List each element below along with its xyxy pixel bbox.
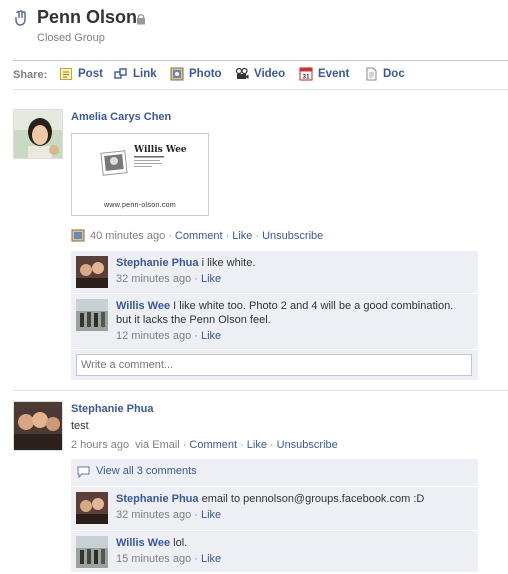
post-source: via Email xyxy=(135,439,180,451)
share-post-label: Post xyxy=(78,68,103,80)
comment-author[interactable]: Willis Wee xyxy=(116,300,170,312)
comment-link[interactable]: Comment xyxy=(175,230,223,242)
svg-text:31: 31 xyxy=(302,74,310,81)
avatar[interactable] xyxy=(76,492,108,524)
photo-icon xyxy=(170,67,184,81)
view-all-comments[interactable]: View all 3 comments xyxy=(71,459,478,486)
avatar[interactable] xyxy=(13,109,63,159)
card-url: www.penn-olson.com xyxy=(104,202,176,209)
post-meta: 40 minutes ago · Comment · Like · Unsubs… xyxy=(71,229,323,242)
post-icon xyxy=(60,68,72,80)
photo-source-icon xyxy=(71,229,85,242)
write-comment-input[interactable]: Write a comment... xyxy=(76,354,472,376)
comment-text: i like white. xyxy=(201,257,256,269)
comment-body: Stephanie Phua email to pennolson@groups… xyxy=(116,493,425,521)
comment-bubble-icon xyxy=(77,466,90,478)
post-author[interactable]: Amelia Carys Chen xyxy=(71,111,171,123)
comment-body: Willis Wee lol. 15 minutes ago · Like xyxy=(116,537,222,565)
comment-like-link[interactable]: Like xyxy=(201,553,221,565)
doc-icon xyxy=(366,67,377,81)
comment-body: Stephanie Phua i like white. 32 minutes … xyxy=(116,257,256,285)
avatar[interactable] xyxy=(76,256,108,288)
comment-author[interactable]: Stephanie Phua xyxy=(116,257,199,269)
share-bar: Share: Post Link Photo Video 31 Event Do… xyxy=(13,60,508,90)
share-photo-label: Photo xyxy=(189,68,222,80)
comment-time[interactable]: 12 minutes ago xyxy=(116,330,191,342)
share-video-button[interactable]: Video xyxy=(235,67,285,81)
comment-text: email to pennolson@groups.facebook.com :… xyxy=(201,493,425,505)
comment-author[interactable]: Stephanie Phua xyxy=(116,493,199,505)
page-title: Penn Olson xyxy=(37,7,138,27)
comment-item: Willis Wee I like white too. Photo 2 and… xyxy=(71,293,478,349)
avatar[interactable] xyxy=(76,299,108,331)
comment-composer: Write a comment... xyxy=(71,349,478,380)
share-doc-button[interactable]: Doc xyxy=(364,67,405,81)
share-photo-button[interactable]: Photo xyxy=(170,67,222,81)
group-icon xyxy=(15,10,26,26)
share-event-label: Event xyxy=(318,68,350,80)
post-time[interactable]: 2 hours ago xyxy=(71,439,129,451)
comment-time[interactable]: 32 minutes ago xyxy=(116,509,191,521)
comment-list: Stephanie Phua i like white. 32 minutes … xyxy=(71,251,478,380)
share-event-button[interactable]: 31 Event xyxy=(299,67,349,81)
comment-list: View all 3 comments Stephanie Phua email… xyxy=(71,459,478,572)
post-time[interactable]: 40 minutes ago xyxy=(90,230,165,242)
share-label: Share: xyxy=(13,69,48,81)
avatar[interactable] xyxy=(76,536,108,568)
like-link[interactable]: Like xyxy=(232,230,252,242)
avatar[interactable] xyxy=(13,401,63,451)
comment-author[interactable]: Willis Wee xyxy=(116,537,170,549)
comment-time[interactable]: 15 minutes ago xyxy=(116,553,191,565)
comment-body: Willis Wee I like white too. Photo 2 and… xyxy=(116,300,454,342)
card-name: Willis Wee xyxy=(134,145,187,155)
share-link-label: Link xyxy=(133,68,157,80)
unsubscribe-link[interactable]: Unsubscribe xyxy=(277,439,338,451)
group-type-label: Closed Group xyxy=(37,32,105,44)
like-link[interactable]: Like xyxy=(247,439,267,451)
share-doc-label: Doc xyxy=(383,68,405,80)
comment-link[interactable]: Comment xyxy=(189,439,237,451)
photo-attachment[interactable]: Willis Wee www.penn-olson.com xyxy=(71,133,209,216)
comment-like-link[interactable]: Like xyxy=(201,509,221,521)
comment-text: lol. xyxy=(173,537,188,549)
comment-like-link[interactable]: Like xyxy=(201,273,221,285)
share-link-button[interactable]: Link xyxy=(114,67,157,81)
view-all-comments-link[interactable]: View all 3 comments xyxy=(96,465,197,477)
comment-like-link[interactable]: Like xyxy=(201,330,221,342)
share-post-button[interactable]: Post xyxy=(59,67,103,81)
share-video-label: Video xyxy=(254,68,286,80)
post-meta: 2 hours ago via Email · Comment · Like ·… xyxy=(71,439,338,451)
comment-item: Stephanie Phua i like white. 32 minutes … xyxy=(71,251,478,293)
link-icon xyxy=(114,68,127,79)
post-divider xyxy=(13,390,508,391)
video-icon xyxy=(235,67,249,79)
post-text: test xyxy=(71,420,89,432)
unsubscribe-link[interactable]: Unsubscribe xyxy=(262,230,323,242)
event-icon: 31 xyxy=(299,67,313,81)
comment-time[interactable]: 32 minutes ago xyxy=(116,273,191,285)
post-author[interactable]: Stephanie Phua xyxy=(71,403,154,415)
comment-item: Stephanie Phua email to pennolson@groups… xyxy=(71,486,478,530)
lock-icon xyxy=(137,14,145,25)
comment-item: Willis Wee lol. 15 minutes ago · Like xyxy=(71,530,478,572)
